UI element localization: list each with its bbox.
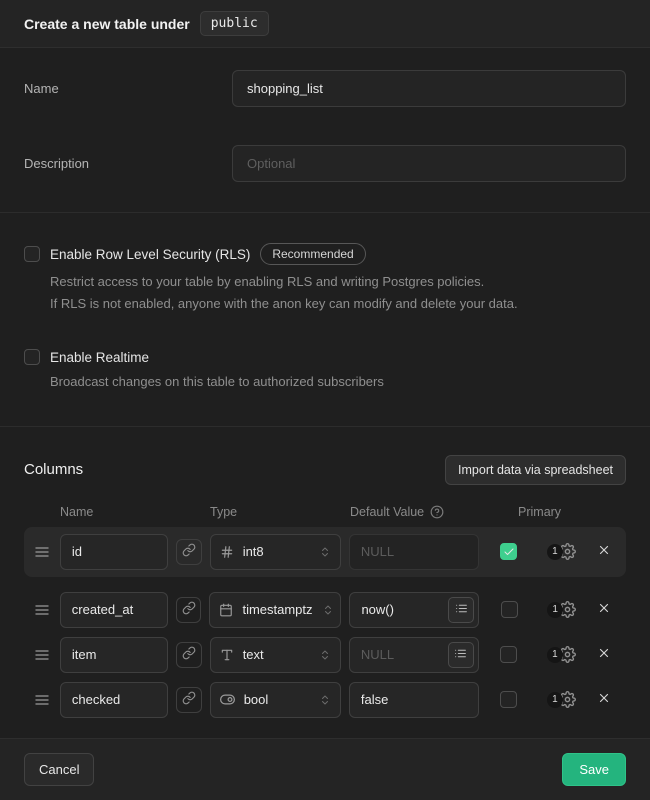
- link-icon: [182, 543, 196, 560]
- description-label: Description: [24, 156, 232, 171]
- close-icon: [597, 646, 611, 663]
- drag-handle-icon[interactable]: [34, 544, 52, 560]
- hash-icon: [220, 545, 234, 559]
- realtime-label: Enable Realtime: [50, 350, 149, 365]
- columns-table-header: Name Type Default Value Primary: [24, 505, 626, 519]
- column-row: text 1: [24, 634, 626, 676]
- column-name-input[interactable]: [60, 592, 168, 628]
- list-icon: [455, 602, 468, 618]
- create-table-panel: Create a new table under public Name Des…: [0, 0, 650, 800]
- default-suggestions-button[interactable]: [448, 642, 474, 668]
- column-row: bool 1: [24, 679, 626, 721]
- panel-title: Create a new table under: [24, 16, 190, 32]
- rls-label: Enable Row Level Security (RLS): [50, 247, 250, 262]
- panel-footer: Cancel Save: [0, 738, 650, 800]
- realtime-block: Enable Realtime Broadcast changes on thi…: [24, 349, 626, 392]
- check-icon: [503, 546, 515, 558]
- chevron-up-down-icon: [319, 694, 331, 706]
- recommended-badge: Recommended: [260, 243, 365, 265]
- list-icon: [454, 647, 467, 663]
- rls-description-1: Restrict access to your table by enablin…: [50, 272, 626, 292]
- chevron-up-down-icon: [319, 546, 331, 558]
- foreign-key-button[interactable]: [176, 642, 202, 668]
- settings-count-badge: 1: [547, 692, 563, 708]
- header-name: Name: [60, 505, 168, 519]
- column-type-select[interactable]: int8: [210, 534, 341, 570]
- header-default: Default Value: [350, 505, 424, 519]
- settings-count-badge: 1: [547, 544, 563, 560]
- table-description-input[interactable]: [232, 145, 626, 182]
- column-row: int8 1: [24, 527, 626, 577]
- default-value-input[interactable]: [349, 534, 479, 570]
- schema-badge: public: [200, 11, 269, 36]
- foreign-key-button[interactable]: [176, 597, 202, 623]
- drag-handle-icon[interactable]: [34, 647, 52, 663]
- primary-checkbox[interactable]: [500, 646, 517, 663]
- close-icon: [597, 601, 611, 618]
- settings-count-badge: 1: [547, 647, 563, 663]
- save-button[interactable]: Save: [562, 753, 626, 786]
- type-label: int8: [243, 544, 310, 559]
- help-icon[interactable]: [430, 505, 444, 519]
- name-label: Name: [24, 81, 232, 96]
- column-type-select[interactable]: text: [210, 637, 341, 673]
- primary-checkbox[interactable]: [501, 601, 518, 618]
- column-name-input[interactable]: [60, 637, 168, 673]
- drag-handle-icon[interactable]: [34, 692, 52, 708]
- type-label: bool: [244, 692, 310, 707]
- remove-column-button[interactable]: [592, 643, 616, 667]
- foreign-key-button[interactable]: [176, 687, 202, 713]
- column-type-select[interactable]: timestamptz: [209, 592, 341, 628]
- default-value-input[interactable]: [349, 682, 479, 718]
- panel-header: Create a new table under public: [0, 0, 650, 48]
- link-icon: [182, 601, 196, 618]
- column-type-select[interactable]: bool: [210, 682, 341, 718]
- chevron-up-down-icon: [319, 649, 331, 661]
- description-row: Description: [24, 145, 626, 182]
- close-icon: [597, 691, 611, 708]
- column-name-input[interactable]: [60, 534, 168, 570]
- table-details-section: Name Description: [0, 48, 650, 212]
- column-name-input[interactable]: [60, 682, 168, 718]
- foreign-key-button[interactable]: [176, 539, 202, 565]
- header-type: Type: [210, 505, 342, 519]
- name-row: Name: [24, 70, 626, 107]
- link-icon: [182, 646, 196, 663]
- settings-count-badge: 1: [547, 602, 563, 618]
- type-label: text: [243, 647, 310, 662]
- close-icon: [597, 543, 611, 560]
- primary-checkbox[interactable]: [500, 543, 517, 560]
- calendar-icon: [219, 603, 233, 617]
- rls-block: Enable Row Level Security (RLS) Recommen…: [24, 243, 626, 313]
- header-primary: Primary: [518, 505, 562, 519]
- default-suggestions-button[interactable]: [448, 597, 474, 623]
- cancel-button[interactable]: Cancel: [24, 753, 94, 786]
- columns-list: int8 1 timestamptz: [24, 527, 626, 721]
- link-icon: [182, 691, 196, 708]
- rls-description-2: If RLS is not enabled, anyone with the a…: [50, 294, 626, 314]
- remove-column-button[interactable]: [592, 540, 616, 564]
- columns-title: Columns: [24, 461, 83, 478]
- remove-column-button[interactable]: [592, 598, 616, 622]
- columns-section: Columns Import data via spreadsheet Name…: [0, 427, 650, 738]
- import-spreadsheet-button[interactable]: Import data via spreadsheet: [445, 455, 626, 485]
- drag-handle-icon[interactable]: [34, 602, 52, 618]
- chevron-up-down-icon: [322, 604, 334, 616]
- remove-column-button[interactable]: [592, 688, 616, 712]
- column-row: timestamptz 1: [24, 589, 626, 631]
- toggle-icon: [220, 692, 235, 707]
- rls-checkbox[interactable]: [24, 246, 40, 262]
- type-icon: [220, 648, 234, 662]
- primary-checkbox[interactable]: [500, 691, 517, 708]
- realtime-description: Broadcast changes on this table to autho…: [50, 372, 626, 392]
- table-name-input[interactable]: [232, 70, 626, 107]
- options-section: Enable Row Level Security (RLS) Recommen…: [0, 213, 650, 426]
- type-label: timestamptz: [242, 602, 312, 617]
- realtime-checkbox[interactable]: [24, 349, 40, 365]
